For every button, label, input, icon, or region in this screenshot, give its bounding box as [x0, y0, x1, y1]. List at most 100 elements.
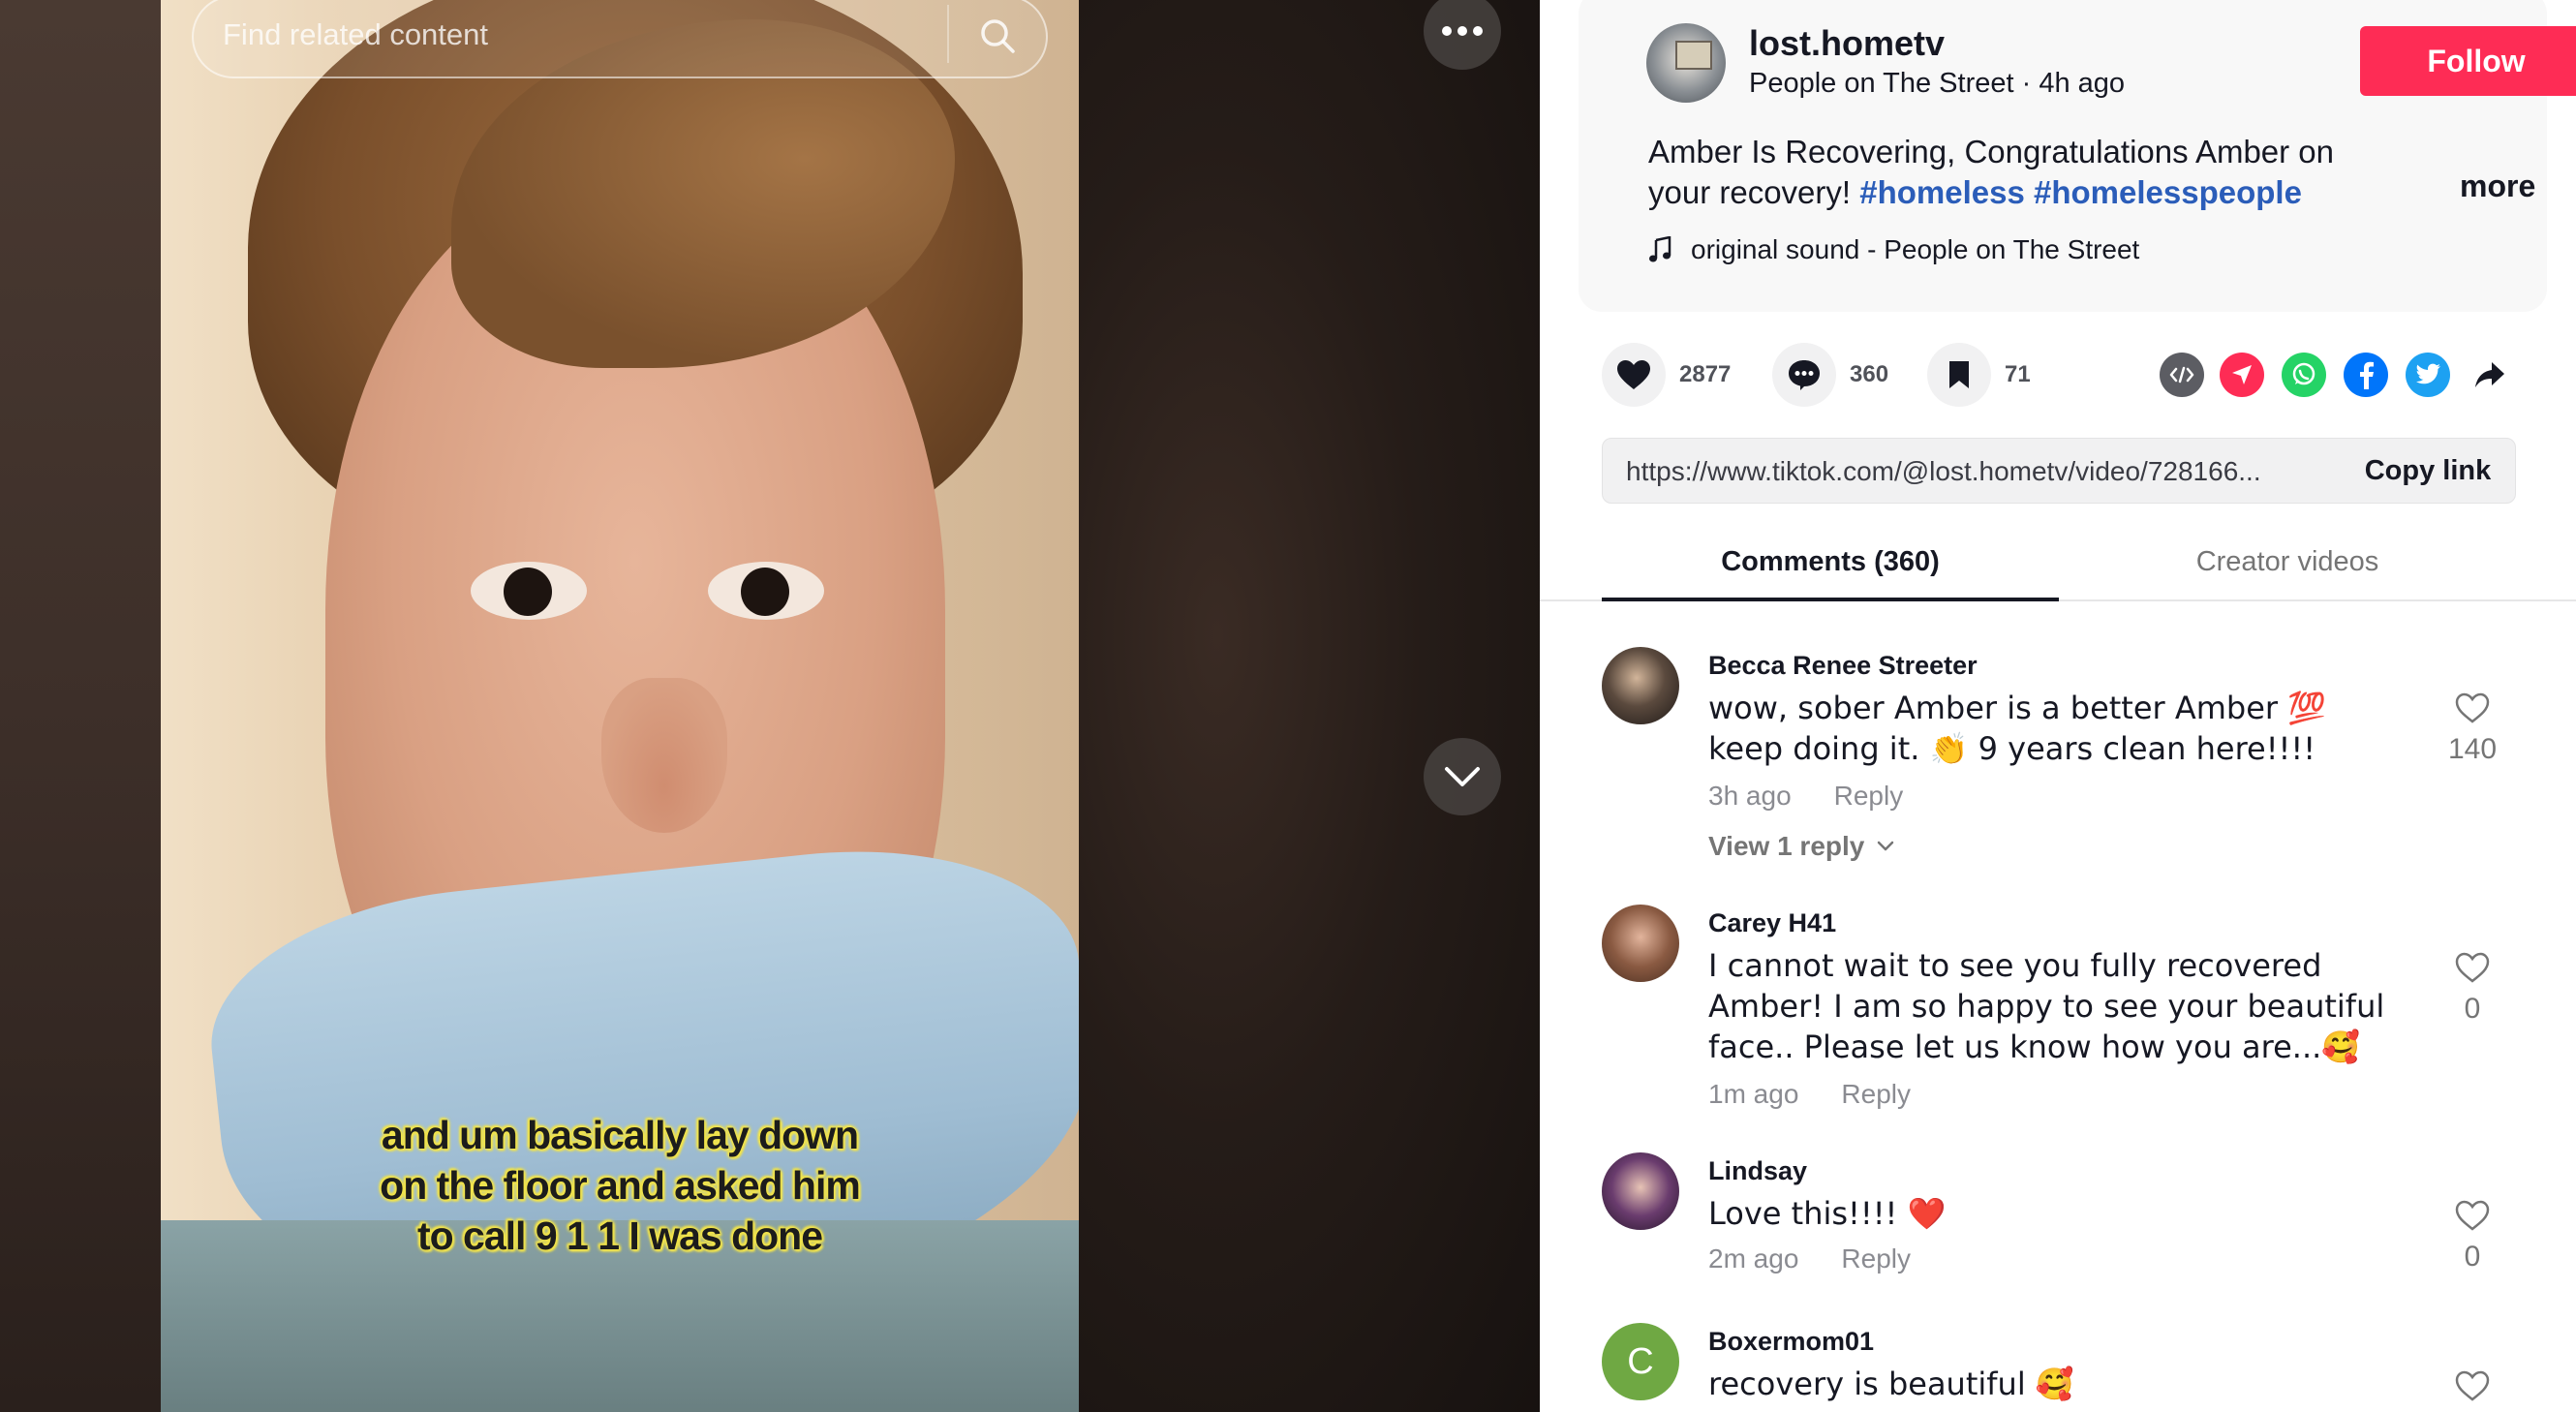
comment-time: 1m ago [1708, 1079, 1799, 1109]
author-meta: People on The Street · 4h ago [1749, 68, 2126, 99]
search-icon [981, 19, 1015, 53]
comment-item: Carey H41 I cannot wait to see you fully… [1602, 905, 2531, 1127]
comment-like-count: 0 [2464, 993, 2481, 1025]
hashtag-link[interactable]: #homelesspeople [2034, 174, 2302, 210]
comment-like-button[interactable]: 0 [2438, 1199, 2506, 1274]
chevron-down-icon [1878, 841, 1894, 851]
reply-button[interactable]: Reply [1841, 1243, 1911, 1274]
view-replies-button[interactable]: View 1 reply [1708, 831, 1895, 862]
commenter-avatar[interactable] [1602, 905, 1679, 982]
video-person-eye [708, 562, 824, 620]
heart-outline-icon [2455, 1370, 2490, 1401]
twitter-icon [2415, 363, 2440, 384]
hashtag-link[interactable]: #homeless [1859, 174, 2025, 210]
author-username[interactable]: lost.hometv [1749, 23, 1945, 64]
caption-line: and um basically lay down [381, 1113, 859, 1157]
comment-like-button[interactable] [2438, 1369, 2506, 1407]
comment-like-count: 0 [2464, 1241, 2481, 1273]
comment-meta: 3h ago Reply [1708, 781, 1903, 812]
comment-like-button[interactable]: 140 [2438, 691, 2506, 766]
reply-button[interactable]: Reply [1834, 781, 1904, 812]
video-blur-background-left [0, 0, 161, 1412]
comment-item: Lindsay Love this!!!! ❤️ 2m ago Reply 0 [1602, 1152, 2531, 1298]
search-input[interactable] [223, 15, 939, 55]
comment-time: 3h ago [1708, 781, 1792, 811]
tab-creator-videos[interactable]: Creator videos [2059, 538, 2516, 601]
commenter-avatar[interactable]: C [1602, 1323, 1679, 1400]
save-count: 71 [2005, 361, 2031, 387]
comment-text: recovery is beautiful 🥰 [1708, 1366, 2074, 1402]
comment-item: Becca Renee Streeter wow, sober Amber is… [1602, 647, 2531, 879]
comment-text: wow, sober Amber is a better Amber 💯 kee… [1708, 690, 2327, 767]
video-blur-background-right [1079, 0, 1540, 1412]
comment-item: C Boxermom01 recovery is beautiful 🥰 [1602, 1323, 2531, 1412]
heart-outline-icon [2455, 1200, 2490, 1231]
like-count: 2877 [1679, 361, 1732, 387]
avatar-letter: C [1627, 1340, 1654, 1382]
share-arrow-icon [2475, 362, 2504, 387]
ellipsis-icon [1442, 26, 1483, 36]
copy-link-button[interactable]: Copy link [2339, 439, 2517, 503]
follow-button[interactable]: Follow [2360, 26, 2576, 96]
embed-icon [2169, 366, 2194, 384]
comment-bubble-icon [1789, 360, 1820, 390]
author-avatar[interactable] [1646, 23, 1726, 103]
comment-meta: 2m ago Reply [1708, 1243, 1911, 1274]
search-bar[interactable] [192, 0, 1048, 78]
search-button[interactable] [968, 7, 1027, 65]
reply-button[interactable]: Reply [1841, 1079, 1911, 1110]
embed-share-button[interactable] [2160, 353, 2204, 397]
facebook-icon [2360, 361, 2374, 389]
twitter-share-button[interactable] [2406, 353, 2450, 397]
send-to-friends-button[interactable] [2220, 353, 2264, 397]
video-caption: and um basically lay down on the floor a… [161, 1110, 1079, 1261]
caption-line: on the floor and asked him [380, 1163, 861, 1208]
panel-tabs: Comments (360) Creator videos [1540, 538, 2576, 601]
save-button[interactable]: 71 [1927, 343, 2031, 407]
comment-time: 2m ago [1708, 1243, 1799, 1274]
video-person-eye [471, 562, 587, 620]
more-link[interactable]: more [2460, 169, 2535, 204]
side-panel: lost.hometv People on The Street · 4h ag… [1540, 0, 2576, 1412]
commenter-name[interactable]: Carey H41 [1708, 908, 1836, 938]
like-button[interactable]: 2877 [1602, 343, 1731, 407]
comment-text: Love this!!!! ❤️ [1708, 1195, 1947, 1232]
comment-like-count: 140 [2447, 733, 2498, 765]
heart-icon [1617, 360, 1650, 389]
commenter-name[interactable]: Boxermom01 [1708, 1327, 1874, 1357]
commenter-name[interactable]: Becca Renee Streeter [1708, 651, 1978, 681]
video-player[interactable]: and um basically lay down on the floor a… [0, 0, 1540, 1412]
video-person-nose [601, 678, 727, 833]
comment-text: I cannot wait to see you fully recovered… [1708, 947, 2385, 1065]
music-note-icon [1649, 236, 1671, 262]
video-info-card: lost.hometv People on The Street · 4h ag… [1579, 0, 2576, 312]
heart-outline-icon [2455, 692, 2490, 723]
heart-outline-icon [2455, 952, 2490, 983]
whatsapp-icon [2292, 362, 2315, 385]
comment-like-button[interactable]: 0 [2438, 951, 2506, 1026]
music-label: original sound - People on The Street [1691, 234, 2140, 264]
more-share-button[interactable] [2468, 353, 2512, 397]
comment-meta: 1m ago Reply [1708, 1079, 1911, 1110]
comment-count: 360 [1850, 361, 1889, 387]
tab-comments[interactable]: Comments (360) [1602, 538, 2059, 601]
facebook-share-button[interactable] [2344, 353, 2388, 397]
next-video-button[interactable] [1424, 738, 1501, 815]
video-url-text[interactable]: https://www.tiktok.com/@lost.hometv/vide… [1626, 456, 2323, 487]
commenter-name[interactable]: Lindsay [1708, 1156, 1807, 1186]
comment-button[interactable]: 360 [1772, 343, 1888, 407]
video-link-box: https://www.tiktok.com/@lost.hometv/vide… [1602, 438, 2516, 504]
whatsapp-share-button[interactable] [2282, 353, 2326, 397]
view-replies-label: View 1 reply [1708, 831, 1865, 861]
send-icon [2232, 365, 2252, 384]
video-description: Amber Is Recovering, Congratulations Amb… [1648, 132, 2404, 213]
search-divider [947, 5, 949, 63]
commenter-avatar[interactable] [1602, 647, 1679, 724]
caption-line: to call 9 1 1 I was done [416, 1213, 823, 1258]
bookmark-icon [1949, 361, 1969, 388]
commenter-avatar[interactable] [1602, 1152, 1679, 1230]
comment-icon-wrap [1772, 343, 1836, 407]
like-icon-wrap [1602, 343, 1666, 407]
chevron-down-icon [1445, 767, 1480, 786]
music-link[interactable]: original sound - People on The Street [1648, 234, 2139, 265]
